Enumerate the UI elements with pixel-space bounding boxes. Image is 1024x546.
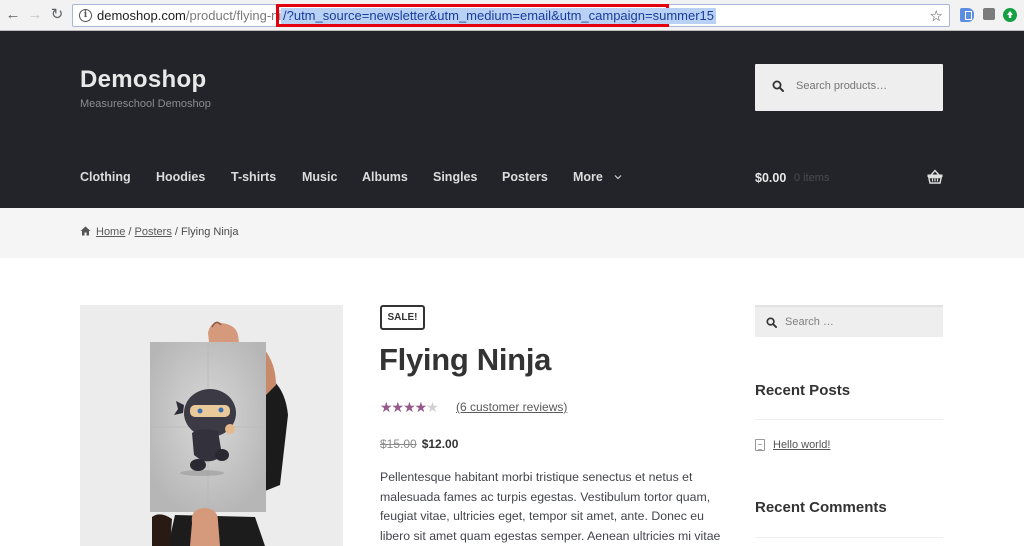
cart-total[interactable]: $0.00 <box>755 171 786 185</box>
nav-item-posters[interactable]: Posters <box>502 170 548 184</box>
widget-divider <box>755 419 943 420</box>
nav-item-more[interactable]: More <box>573 170 603 184</box>
chevron-down-icon[interactable] <box>613 172 623 182</box>
product-price: $15.00 $12.00 <box>380 437 458 451</box>
star-filled-icons: ★★★★★ <box>380 399 428 415</box>
url-host: demoshop.com <box>97 8 186 23</box>
nav-item-hoodies[interactable]: Hoodies <box>156 170 205 184</box>
search-icon <box>772 80 784 92</box>
breadcrumb-separator: / <box>174 226 178 238</box>
nav-item-music[interactable]: Music <box>302 170 337 184</box>
cart-count[interactable]: 0 items <box>794 172 829 184</box>
extension-gray-icon[interactable] <box>983 8 995 20</box>
search-placeholder: Search … <box>785 316 834 328</box>
site-header: Demoshop Measureschool Demoshop Search p… <box>0 31 1024 208</box>
flying-ninja-poster-image <box>150 321 288 546</box>
basket-icon[interactable] <box>927 169 943 184</box>
breadcrumb-home-link[interactable]: Home <box>96 226 125 238</box>
extension-blue-icon[interactable] <box>960 8 974 22</box>
breadcrumb-bar: Home / Posters / Flying Ninja <box>0 208 1024 258</box>
star-rating-icons: ★★★★★ ★★★★★ <box>380 399 439 416</box>
url-query-highlight-box: /?utm_source=newsletter&utm_medium=email… <box>276 4 717 27</box>
breadcrumb-current: Flying Ninja <box>181 226 239 238</box>
document-icon <box>755 439 765 451</box>
search-placeholder: Search products… <box>796 80 888 92</box>
nav-item-tshirts[interactable]: T-shirts <box>231 170 276 184</box>
sale-badge: SALE! <box>380 305 425 330</box>
sidebar-search-input[interactable]: Search … <box>755 305 943 337</box>
product-search-input[interactable]: Search products… <box>755 64 943 111</box>
nav-item-singles[interactable]: Singles <box>433 170 477 184</box>
breadcrumb-posters-link[interactable]: Posters <box>135 226 172 238</box>
bookmark-star-icon[interactable]: ☆ <box>930 7 943 25</box>
recent-posts-title: Recent Posts <box>755 382 851 399</box>
reload-button[interactable]: ↻ <box>48 6 66 24</box>
extension-green-icon[interactable] <box>1003 8 1017 22</box>
reload-icon: ↻ <box>50 6 64 23</box>
search-icon <box>766 317 777 328</box>
forward-button[interactable]: → <box>26 6 44 24</box>
sale-price: $12.00 <box>421 437 459 451</box>
arrow-left-icon: ← <box>5 6 21 23</box>
url-query-selected: /?utm_source=newsletter&utm_medium=email… <box>281 8 717 24</box>
product-image[interactable] <box>80 305 343 546</box>
nav-item-clothing[interactable]: Clothing <box>80 170 131 184</box>
home-icon <box>80 226 91 236</box>
arrow-right-icon: → <box>27 6 43 23</box>
site-tagline: Measureschool Demoshop <box>80 98 211 110</box>
nav-item-albums[interactable]: Albums <box>362 170 408 184</box>
regular-price: $15.00 <box>380 437 417 451</box>
url-text: demoshop.com/product/flying-ninj <box>97 8 291 23</box>
back-button[interactable]: ← <box>4 6 22 24</box>
product-description: Pellentesque habitant morbi tristique se… <box>380 470 721 543</box>
customer-reviews-link[interactable]: (6 customer reviews) <box>456 400 567 414</box>
breadcrumb-separator: / <box>128 226 132 238</box>
site-title[interactable]: Demoshop <box>80 66 206 94</box>
product-title: Flying Ninja <box>379 342 552 377</box>
recent-post-link[interactable]: Hello world! <box>773 439 830 451</box>
widget-divider <box>755 537 943 538</box>
breadcrumb: Home / Posters / Flying Ninja <box>80 226 238 238</box>
info-icon[interactable]: i <box>79 9 92 22</box>
browser-toolbar: ← → ↻ i demoshop.com/product/flying-ninj… <box>0 0 1024 31</box>
recent-comments-title: Recent Comments <box>755 499 887 516</box>
address-bar[interactable]: i demoshop.com/product/flying-ninj /?utm… <box>72 4 950 27</box>
